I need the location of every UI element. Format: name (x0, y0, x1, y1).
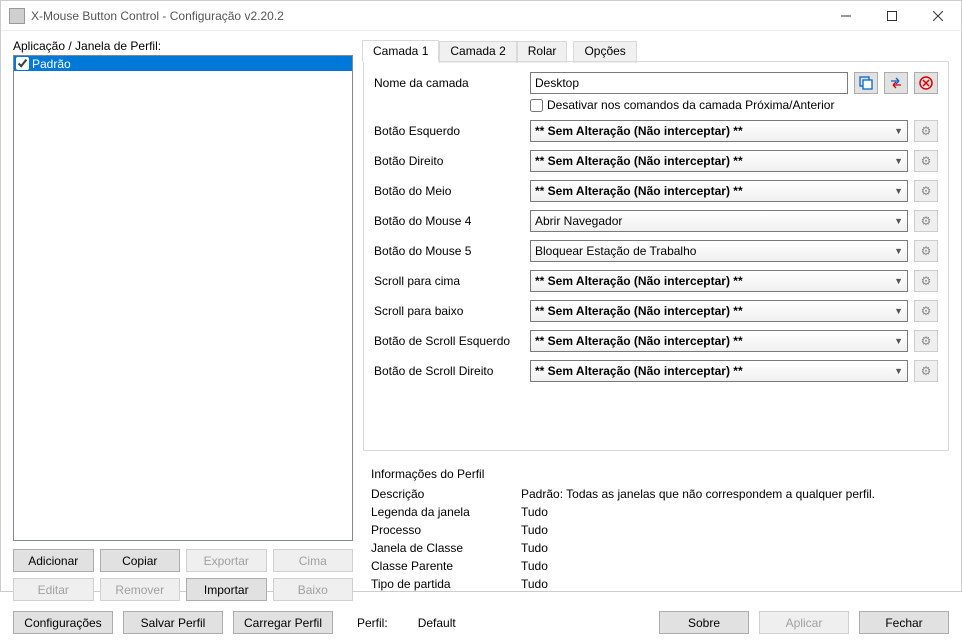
wheel-up-select[interactable]: ** Sem Alteração (Não interceptar) **▼ (530, 270, 908, 292)
add-button[interactable]: Adicionar (13, 549, 94, 572)
profile-checkbox[interactable] (16, 57, 29, 70)
right-button-select[interactable]: ** Sem Alteração (Não interceptar) **▼ (530, 150, 908, 172)
tilt-right-label: Botão de Scroll Direito (374, 364, 524, 378)
right-button-gear-icon[interactable]: ⚙ (914, 150, 938, 172)
tilt-right-select[interactable]: ** Sem Alteração (Não interceptar) **▼ (530, 360, 908, 382)
info-desc: Padrão: Todas as janelas que não corresp… (521, 487, 875, 501)
info-class: Tudo (521, 541, 548, 555)
up-button: Cima (273, 549, 354, 572)
wheel-up-gear-icon[interactable]: ⚙ (914, 270, 938, 292)
info-caption: Tudo (521, 505, 548, 519)
tilt-left-select[interactable]: ** Sem Alteração (Não interceptar) **▼ (530, 330, 908, 352)
window-title: X-Mouse Button Control - Configuração v2… (31, 9, 823, 23)
mouse5-label: Botão do Mouse 5 (374, 244, 524, 258)
mouse4-select[interactable]: Abrir Navegador▼ (530, 210, 908, 232)
profile-item-label: Padrão (32, 57, 71, 71)
middle-button-select[interactable]: ** Sem Alteração (Não interceptar) **▼ (530, 180, 908, 202)
apply-button: Aplicar (759, 611, 849, 634)
remove-button: Remover (100, 578, 181, 601)
down-button: Baixo (273, 578, 354, 601)
info-parent: Tudo (521, 559, 548, 573)
maximize-button[interactable] (869, 1, 915, 31)
tabs: Camada 1 Camada 2 Rolar Opções (362, 39, 637, 61)
profile-name: Default (418, 616, 456, 630)
swap-layer-button[interactable] (884, 72, 908, 94)
wheel-down-gear-icon[interactable]: ⚙ (914, 300, 938, 322)
tab-layer1[interactable]: Camada 1 (362, 40, 439, 62)
disable-nav-label: Desativar nos comandos da camada Próxima… (547, 98, 834, 112)
left-button-select[interactable]: ** Sem Alteração (Não interceptar) **▼ (530, 120, 908, 142)
import-button[interactable]: Importar (186, 578, 267, 601)
save-profile-button[interactable]: Salvar Perfil (123, 611, 223, 634)
mouse4-gear-icon[interactable]: ⚙ (914, 210, 938, 232)
profile-item-default[interactable]: Padrão (14, 56, 352, 71)
info-title: Informações do Perfil (371, 467, 941, 481)
copy-button[interactable]: Copiar (100, 549, 181, 572)
info-class-label: Janela de Classe (371, 541, 521, 555)
profile-list[interactable]: Padrão (13, 55, 353, 541)
mouse4-label: Botão do Mouse 4 (374, 214, 524, 228)
layer-name-label: Nome da camada (374, 76, 524, 90)
right-button-label: Botão Direito (374, 154, 524, 168)
layer-name-input[interactable] (530, 72, 848, 94)
info-desc-label: Descrição (371, 487, 521, 501)
disable-nav-checkbox[interactable] (530, 99, 543, 112)
minimize-button[interactable] (823, 1, 869, 31)
left-button-label: Botão Esquerdo (374, 124, 524, 138)
load-profile-button[interactable]: Carregar Perfil (233, 611, 333, 634)
info-caption-label: Legenda da janela (371, 505, 521, 519)
info-process: Tudo (521, 523, 548, 537)
edit-button: Editar (13, 578, 94, 601)
tilt-left-gear-icon[interactable]: ⚙ (914, 330, 938, 352)
profile-label: Perfil: (357, 616, 388, 630)
tilt-left-label: Botão de Scroll Esquerdo (374, 334, 524, 348)
close-app-button[interactable]: Fechar (859, 611, 949, 634)
wheel-up-label: Scroll para cima (374, 274, 524, 288)
tilt-right-gear-icon[interactable]: ⚙ (914, 360, 938, 382)
revert-layer-button[interactable] (914, 72, 938, 94)
tab-options[interactable]: Opções (573, 41, 636, 63)
info-match: Tudo (521, 577, 548, 591)
profile-list-label: Aplicação / Janela de Perfil: (13, 39, 353, 53)
mouse5-select[interactable]: Bloquear Estação de Trabalho▼ (530, 240, 908, 262)
export-button: Exportar (186, 549, 267, 572)
left-button-gear-icon[interactable]: ⚙ (914, 120, 938, 142)
titlebar: X-Mouse Button Control - Configuração v2… (1, 1, 961, 31)
mouse5-gear-icon[interactable]: ⚙ (914, 240, 938, 262)
info-match-label: Tipo de partida (371, 577, 521, 591)
info-process-label: Processo (371, 523, 521, 537)
middle-button-label: Botão do Meio (374, 184, 524, 198)
tab-layer2[interactable]: Camada 2 (439, 41, 516, 63)
copy-layer-button[interactable] (854, 72, 878, 94)
info-parent-label: Classe Parente (371, 559, 521, 573)
app-icon (9, 8, 25, 24)
about-button[interactable]: Sobre (659, 611, 749, 634)
wheel-down-label: Scroll para baixo (374, 304, 524, 318)
wheel-down-select[interactable]: ** Sem Alteração (Não interceptar) **▼ (530, 300, 908, 322)
profile-info: Informações do Perfil DescriçãoPadrão: T… (363, 461, 949, 601)
middle-button-gear-icon[interactable]: ⚙ (914, 180, 938, 202)
settings-button[interactable]: Configurações (13, 611, 113, 634)
tab-scroll[interactable]: Rolar (517, 41, 568, 63)
close-button[interactable] (915, 1, 961, 31)
